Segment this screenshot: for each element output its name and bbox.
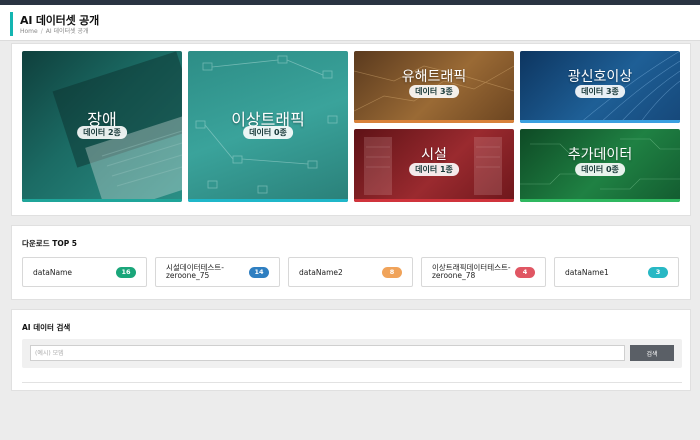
data-search-panel: AI 데이터 검색 검색 [11, 309, 691, 391]
download-item-name: dataName [33, 268, 73, 277]
title-accent-bar [10, 12, 13, 36]
download-count-badge: 4 [515, 267, 535, 278]
download-item-name: dataName1 [565, 268, 609, 277]
category-count-badge: 데이터 2종 [77, 126, 127, 139]
download-item-name: dataName2 [299, 268, 343, 277]
breadcrumb-home[interactable]: Home [20, 28, 38, 35]
category-underline [354, 120, 514, 123]
category-count-badge: 데이터 0종 [243, 126, 293, 139]
download-item-name: 이상트래픽데이터테스트-zeroone_78 [432, 263, 511, 280]
category-underline [520, 120, 680, 123]
category-label: 추가데이터 [567, 147, 633, 163]
category-count-badge: 데이터 1종 [409, 163, 459, 176]
download-count-badge: 8 [382, 267, 402, 278]
breadcrumb-current: AI 데이터셋 공개 [45, 28, 89, 35]
category-label: 시설 [421, 147, 447, 163]
download-item-name: 시설데이터테스트-zeroone_75 [166, 263, 224, 280]
category-count-badge: 데이터 3종 [575, 85, 625, 98]
download-item[interactable]: dataName 16 [22, 257, 147, 287]
category-card-harmful-traffic[interactable]: 유해트래픽 데이터 3종 [354, 51, 514, 123]
category-underline [354, 199, 514, 202]
divider [22, 382, 682, 383]
category-count-badge: 데이터 3종 [409, 85, 459, 98]
download-item[interactable]: dataName1 3 [554, 257, 679, 287]
search-input[interactable] [30, 345, 625, 361]
category-count-badge: 데이터 0종 [575, 163, 625, 176]
category-panel: 장애 데이터 2종 이상트래픽 데이터 0종 유해트래픽 데이터 3종 광신호이… [11, 43, 691, 216]
breadcrumb: Home / AI 데이터셋 공개 [20, 26, 89, 35]
breadcrumb-separator: / [40, 28, 43, 35]
search-bar: 검색 [22, 339, 682, 368]
category-card-failure[interactable]: 장애 데이터 2종 [22, 51, 182, 202]
download-item[interactable]: 시설데이터테스트-zeroone_75 14 [155, 257, 280, 287]
category-underline [188, 199, 348, 202]
download-count-badge: 14 [249, 267, 269, 278]
category-label: 광신호이상 [567, 69, 633, 85]
category-card-additional-data[interactable]: 추가데이터 데이터 0종 [520, 129, 680, 202]
category-label: 유해트래픽 [401, 69, 467, 85]
category-underline [22, 199, 182, 202]
data-search-title: AI 데이터 검색 [22, 323, 71, 332]
download-item[interactable]: 이상트래픽데이터테스트-zeroone_78 4 [421, 257, 546, 287]
download-top5-panel: 다운로드 TOP 5 dataName 16 시설데이터테스트-zeroone_… [11, 225, 691, 300]
category-card-abnormal-traffic[interactable]: 이상트래픽 데이터 0종 [188, 51, 348, 202]
category-card-optical-signal[interactable]: 광신호이상 데이터 3종 [520, 51, 680, 123]
download-count-badge: 16 [116, 267, 136, 278]
download-top5-title: 다운로드 TOP 5 [22, 239, 78, 248]
download-item[interactable]: dataName2 8 [288, 257, 413, 287]
category-underline [520, 199, 680, 202]
search-button[interactable]: 검색 [630, 345, 674, 361]
page-header: AI 데이터셋 공개 Home / AI 데이터셋 공개 [0, 5, 700, 41]
download-count-badge: 3 [648, 267, 668, 278]
category-card-facility[interactable]: 시설 데이터 1종 [354, 129, 514, 202]
